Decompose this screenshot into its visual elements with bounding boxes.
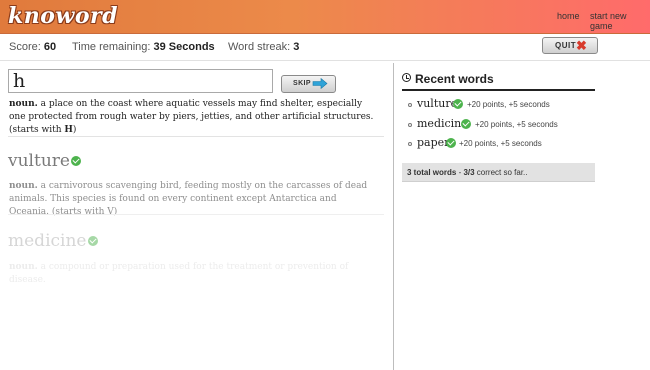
current-definition-text: a place on the coast where aquatic vesse… (9, 99, 374, 122)
current-definition: noun. a place on the coast where aquatic… (9, 98, 379, 137)
recent-points: +20 points, +5 seconds (467, 100, 550, 109)
history-word: medicine (8, 231, 87, 251)
definition-divider (8, 136, 384, 137)
history-definition: noun. a compound or preparation used for… (9, 262, 349, 285)
recent-points: +20 points, +5 seconds (475, 120, 558, 129)
score-stat: Score: 60 (9, 41, 57, 53)
summary-bar: 3 total words - 3/3 correct so far.. (402, 163, 595, 182)
bullet-icon (408, 123, 412, 127)
logo[interactable]: knoword (8, 3, 118, 29)
skip-label: SKIP (293, 80, 311, 87)
close-x-icon: ✖ (576, 38, 587, 53)
check-icon (88, 236, 98, 246)
recent-points: +20 points, +5 seconds (459, 139, 542, 148)
clock-icon (402, 73, 411, 82)
recent-words-title: Recent words (415, 72, 494, 86)
check-icon (446, 138, 456, 148)
bullet-icon (408, 103, 412, 107)
check-icon (71, 156, 81, 166)
summary-text: 3 total words - 3/3 correct so far.. (407, 168, 528, 177)
nav-new-game-link[interactable]: start new game (590, 11, 650, 31)
column-divider (393, 63, 394, 370)
recent-word: paper (417, 136, 450, 149)
arrow-right-icon (312, 78, 328, 89)
time-stat: Time remaining: 39 Seconds (72, 41, 215, 53)
bullet-icon (408, 142, 412, 146)
score-value: 60 (43, 41, 57, 53)
current-hint: (starts with H) (9, 125, 77, 135)
skip-button[interactable]: SKIP (281, 75, 336, 93)
answer-input[interactable]: h (8, 69, 273, 93)
recent-word: vulture (417, 97, 458, 110)
streak-stat: Word streak: 3 (228, 41, 300, 53)
nav-home-link[interactable]: home (557, 11, 580, 21)
recent-words-underline (402, 89, 595, 91)
check-icon (453, 99, 463, 109)
quit-button[interactable]: QUIT ✖ (542, 37, 598, 54)
streak-value: 3 (293, 41, 300, 53)
current-pos: noun. (9, 99, 38, 109)
history-word: vulture (8, 151, 70, 171)
time-value: 39 Seconds (153, 41, 215, 53)
check-icon (461, 119, 471, 129)
quit-label: QUIT (555, 41, 577, 50)
top-bar: knoword home start new game (0, 0, 650, 34)
history-divider (8, 214, 384, 215)
